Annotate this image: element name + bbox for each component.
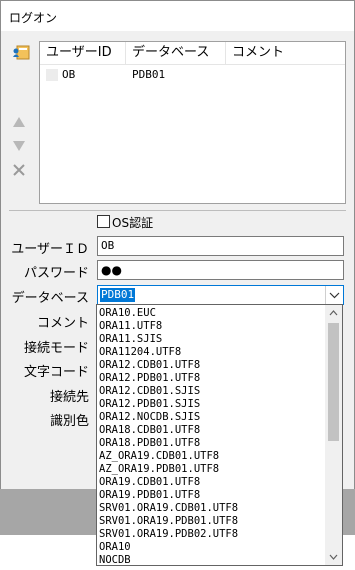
dropdown-option[interactable]: ORA12.PDB01.UTF8	[99, 372, 200, 385]
dropdown-option[interactable]: ORA10	[99, 541, 131, 554]
dropdown-option[interactable]: AZ_ORA19.CDB01.UTF8	[99, 450, 219, 463]
dropdown-option[interactable]: ORA19.CDB01.UTF8	[99, 476, 200, 489]
connect-mode-label: 接続モード	[23, 341, 89, 356]
list-item[interactable]: OB PDB01	[40, 66, 345, 84]
column-header-comment[interactable]: コメント	[226, 42, 345, 64]
dropdown-option[interactable]: AZ_ORA19.PDB01.UTF8	[99, 463, 219, 476]
user-id-field[interactable]: OB	[97, 236, 344, 256]
database-label: データベース	[11, 291, 89, 306]
dropdown-option[interactable]: NOCDB	[99, 554, 131, 565]
dropdown-option[interactable]: ORA10.EUC	[99, 307, 156, 320]
scrollbar-thumb[interactable]	[328, 323, 339, 441]
dropdown-option[interactable]: ORA11204.UTF8	[99, 346, 181, 359]
dropdown-option[interactable]: ORA12.NOCDB.SJIS	[99, 411, 200, 424]
checkbox-box[interactable]	[97, 215, 110, 228]
user-id-label: ユーザーＩＤ	[11, 242, 89, 257]
dropdown-option[interactable]: ORA11.SJIS	[99, 333, 162, 346]
color-label: 識別色	[49, 414, 89, 429]
database-select[interactable]: PDB01	[97, 285, 344, 305]
scroll-up-icon[interactable]	[329, 310, 338, 316]
dropdown-scrollbar[interactable]	[325, 305, 342, 565]
dropdown-option[interactable]: SRV01.ORA19.PDB02.UTF8	[99, 528, 238, 541]
dropdown-option[interactable]: SRV01.ORA19.PDB01.UTF8	[99, 515, 238, 528]
dropdown-option[interactable]: ORA12.PDB01.SJIS	[99, 398, 200, 411]
os-auth-label: OS認証	[112, 216, 154, 230]
scroll-down-icon[interactable]	[329, 554, 338, 560]
row-user-id: OB	[62, 68, 76, 81]
comment-label: コメント	[36, 316, 89, 331]
chevron-down-icon[interactable]	[325, 286, 343, 304]
charset-label: 文字コード	[23, 365, 89, 380]
dropdown-option[interactable]: SRV01.ORA19.CDB01.UTF8	[99, 502, 238, 515]
database-dropdown-list[interactable]: ORA10.EUC ORA11.UTF8 ORA11.SJIS ORA11204.UT…	[96, 304, 343, 566]
arrow-up-icon[interactable]	[12, 116, 26, 128]
column-header-user-id[interactable]: ユーザーID	[40, 42, 126, 64]
destination-label: 接続先	[49, 390, 89, 405]
window-title: ログオン	[9, 11, 58, 25]
dropdown-option[interactable]: ORA12.CDB01.SJIS	[99, 385, 200, 398]
list-header: ユーザーID データベース コメント	[40, 42, 345, 65]
dropdown-option[interactable]: ORA18.CDB01.UTF8	[99, 424, 200, 437]
dropdown-option[interactable]: ORA18.PDB01.UTF8	[99, 437, 200, 450]
divider	[9, 210, 346, 211]
dropdown-option[interactable]: ORA11.UTF8	[99, 320, 162, 333]
user-icon[interactable]	[12, 43, 30, 61]
delete-icon[interactable]	[12, 163, 26, 177]
dropdown-option[interactable]: ORA19.PDB01.UTF8	[99, 489, 200, 502]
row-database: PDB01	[132, 68, 166, 81]
column-header-database[interactable]: データベース	[126, 42, 226, 64]
password-field[interactable]: ●●	[97, 260, 344, 280]
arrow-down-icon[interactable]	[12, 140, 26, 152]
database-select-value: PDB01	[100, 288, 136, 302]
row-checkbox[interactable]	[46, 69, 58, 81]
logon-history-list[interactable]: ユーザーID データベース コメント OB PDB01	[39, 41, 346, 204]
password-label: パスワード	[23, 266, 89, 281]
dropdown-option[interactable]: ORA12.CDB01.UTF8	[99, 359, 200, 372]
title-bar: ログオン	[1, 1, 354, 31]
